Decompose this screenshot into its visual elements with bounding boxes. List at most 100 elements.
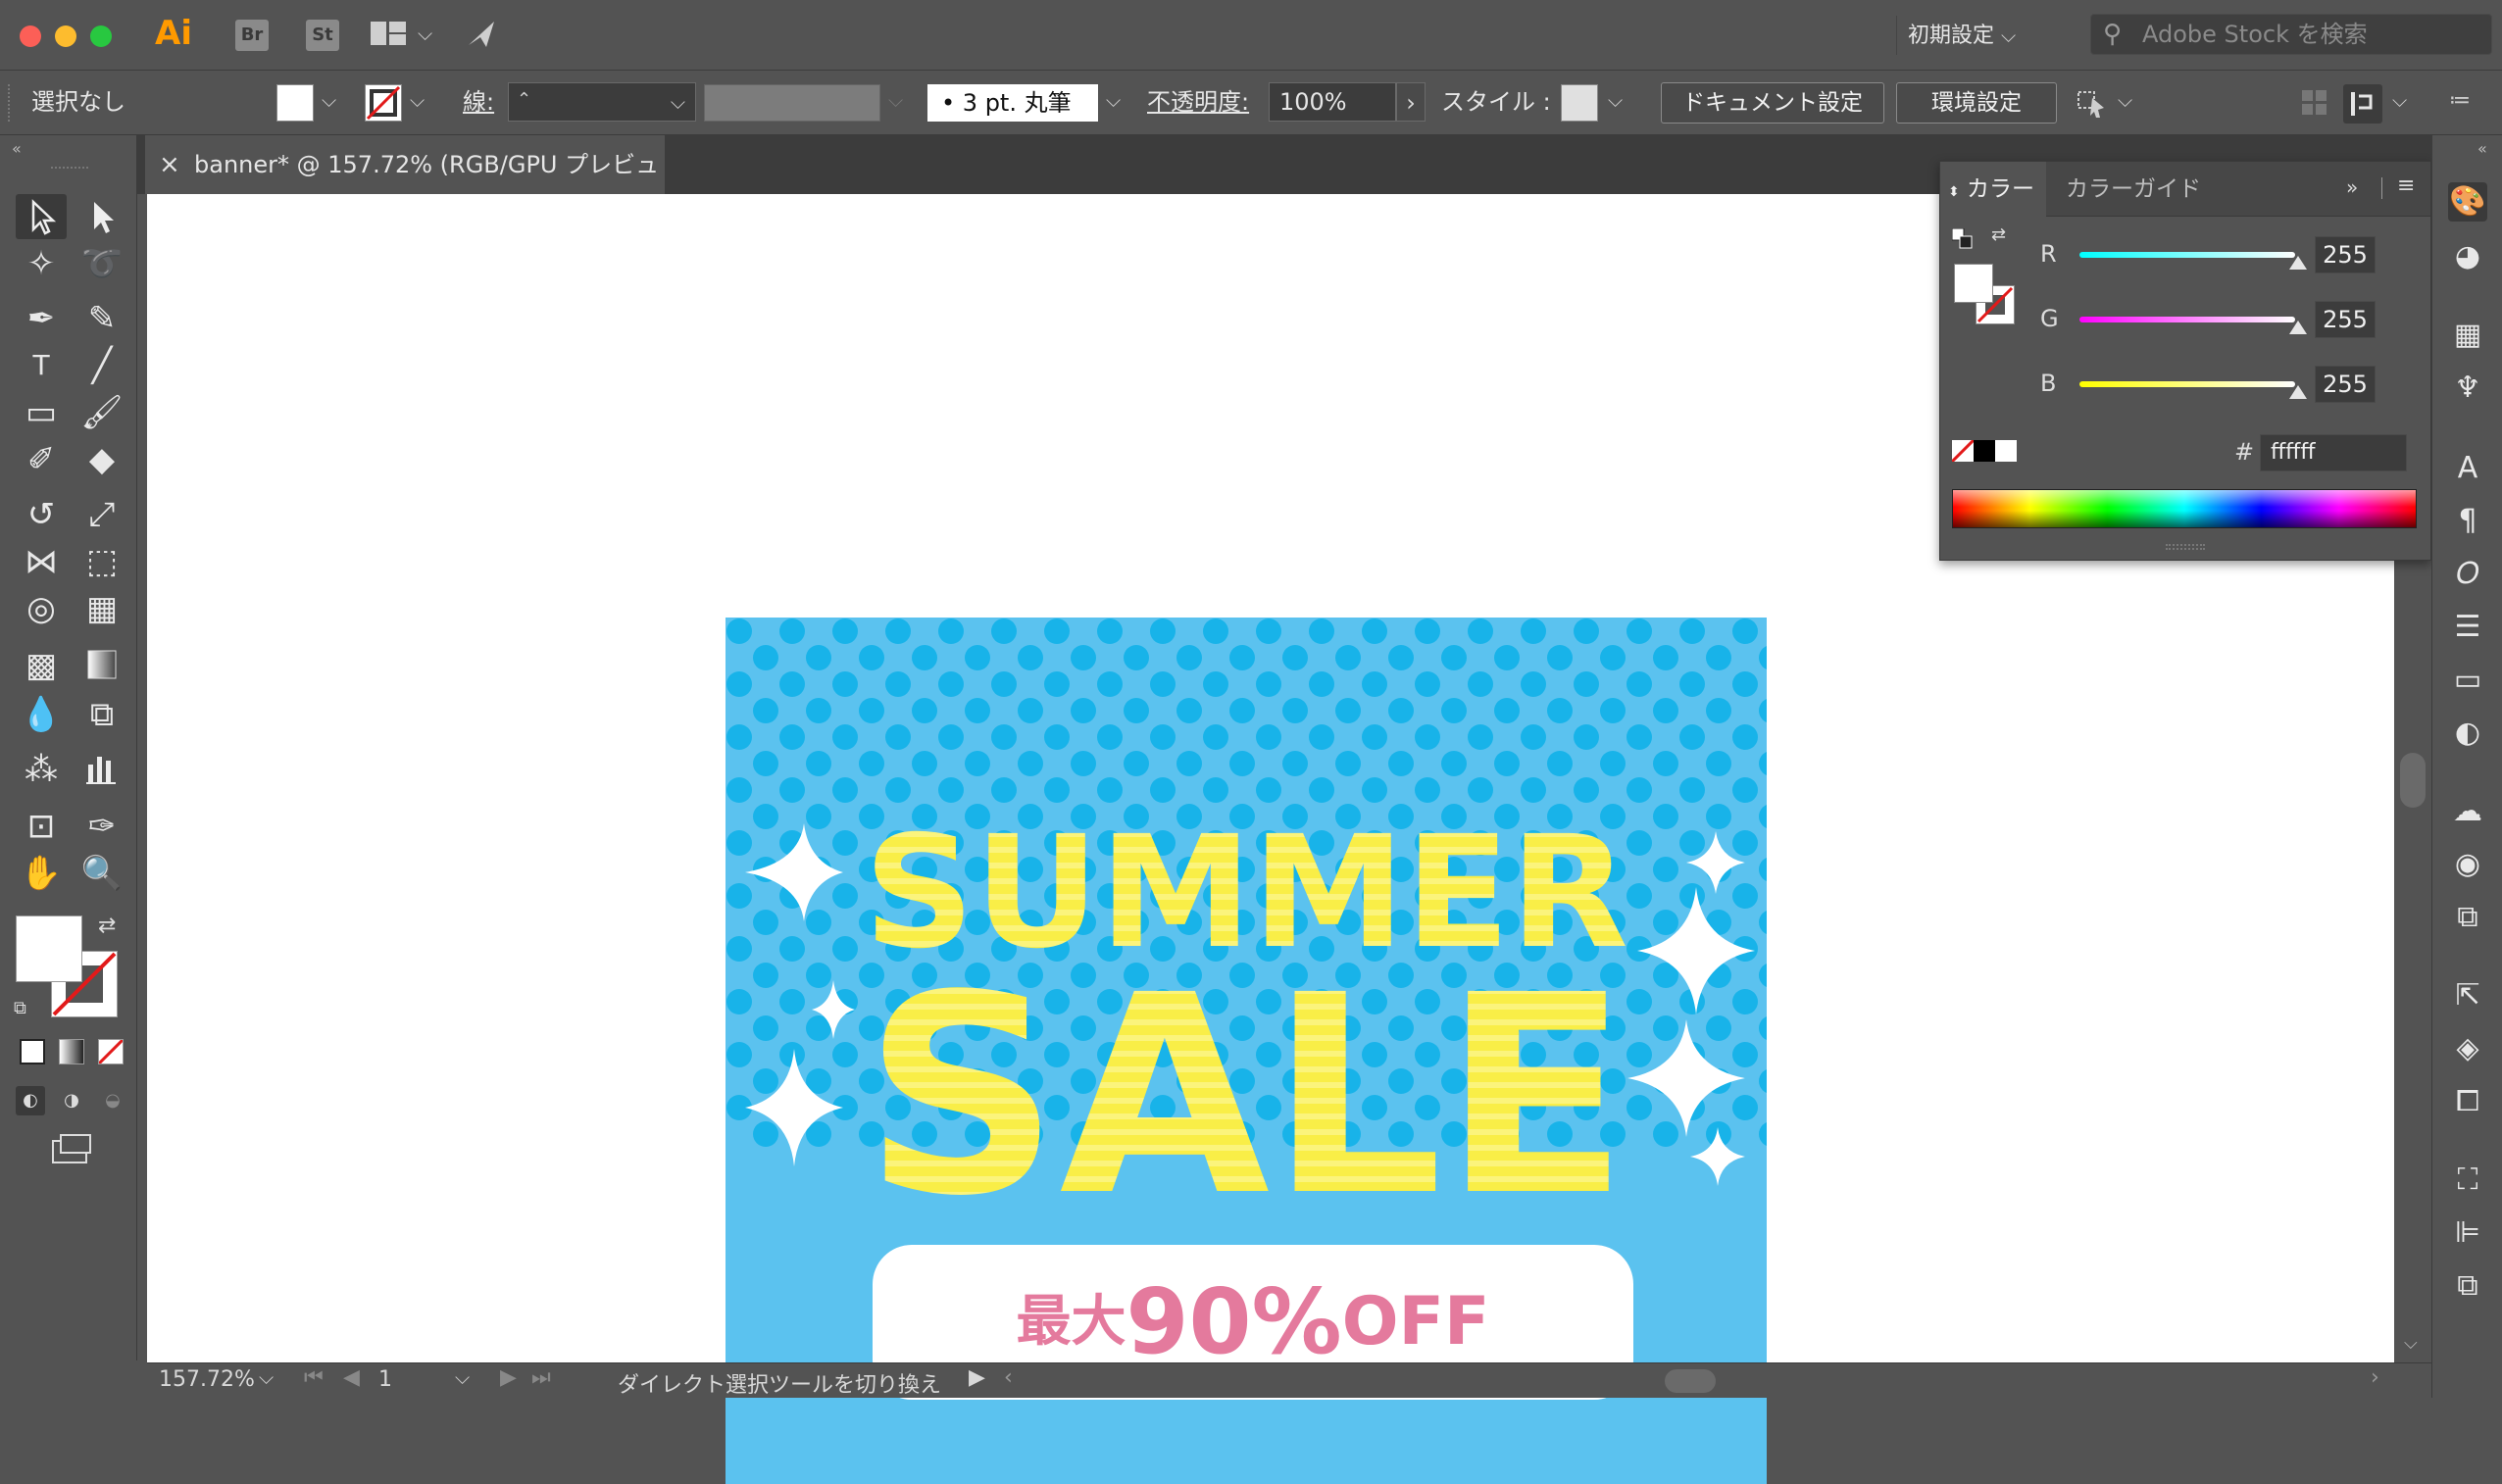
color-panel-icon[interactable]: 🎨 [2448,182,2487,222]
rotate-tool[interactable]: ↺ [16,492,67,537]
stepper-icon[interactable]: ⌃ [517,81,531,119]
arrange-documents-icon[interactable] [371,22,406,47]
none-mode-button[interactable] [97,1038,125,1065]
horizontal-scroll-thumb[interactable] [1665,1369,1716,1393]
artboard-tool[interactable]: ⊡ [16,804,67,849]
panel-options-menu-icon[interactable]: ≡ [2397,173,2415,198]
export-icon[interactable]: ⇱ [2448,976,2487,1015]
artboard-banner[interactable]: SUMMER SALE 最大90%OFF [726,618,1767,1484]
rectangle-tool[interactable]: ▭ [16,390,67,435]
preferences-button[interactable]: 環境設定 [1896,82,2057,124]
paintbrush-tool[interactable]: 🖌 [76,390,127,435]
arrange-chevron-icon[interactable]: ⌵ [418,22,432,45]
eyedropper-tool[interactable]: 💧 [16,692,67,737]
b-slider-thumb[interactable] [2289,385,2307,399]
b-slider[interactable] [2079,381,2295,387]
shape-builder-tool[interactable]: ◎ [16,586,67,631]
magic-wand-tool[interactable]: ✧ [16,241,67,286]
stock-button[interactable]: St [306,20,339,51]
opacity-label[interactable]: 不透明度: [1147,82,1249,122]
paragraph-icon[interactable]: ¶ [2448,502,2487,541]
r-slider[interactable] [2079,252,2295,258]
stroke-weight-chevron-icon[interactable]: ⌵ [671,83,685,121]
fill-chevron-icon[interactable]: ⌵ [322,88,336,112]
gradient-panel-icon[interactable]: ▭ [2448,661,2487,700]
select-similar-icon[interactable] [2075,86,2110,122]
fill-color-box[interactable] [16,915,82,982]
collapse-dock-icon[interactable]: « [2477,139,2487,158]
perspective-grid-tool[interactable]: ▦ [76,586,127,631]
document-setup-button[interactable]: ドキュメント設定 [1661,82,1884,124]
direct-selection-tool[interactable] [76,194,127,239]
artboard-chevron-icon[interactable]: ⌵ [455,1365,470,1389]
panel-expand-icon[interactable]: ⬍ [1948,184,1960,200]
style-chevron-icon[interactable]: ⌵ [1608,88,1623,112]
zoom-chevron-icon[interactable]: ⌵ [259,1365,274,1389]
symbol-sprayer-tool[interactable]: ⁂ [16,747,67,792]
hand-tool[interactable]: ✋ [16,851,67,896]
tab-color[interactable]: ⬍ カラー [1940,162,2046,217]
line-segment-tool[interactable]: ╱ [76,343,127,388]
toolbar-grip[interactable] [51,167,88,171]
draw-normal-icon[interactable]: ◐ [16,1086,45,1115]
opacity-field[interactable]: 100% [1269,82,1396,122]
brushes-icon[interactable]: ♆ [2448,369,2487,408]
appearance-icon[interactable]: ◉ [2448,845,2487,884]
stroke-swatch[interactable] [365,84,402,122]
gradient-mode-button[interactable] [59,1039,84,1064]
artboards-icon[interactable]: ⧠ [2448,1082,2487,1121]
draw-inside-icon[interactable]: ◒ [98,1086,127,1115]
character-icon[interactable]: A [2448,449,2487,488]
panel-menu-icon[interactable]: ≔ [2449,88,2478,118]
bridge-button[interactable]: Br [235,20,269,51]
g-slider-thumb[interactable] [2289,321,2307,334]
select-similar-chevron-icon[interactable]: ⌵ [2118,88,2132,112]
lasso-tool[interactable]: ➰ [76,241,127,286]
g-value-field[interactable]: 255 [2315,301,2376,338]
variable-width-profile[interactable] [704,84,880,122]
graphic-styles-icon[interactable]: ⧉ [2448,898,2487,937]
color-spectrum-bar[interactable] [1952,489,2417,528]
pathfinder-icon[interactable]: ⧉ [2448,1266,2487,1306]
close-tab-icon[interactable]: × [159,135,180,194]
zoom-tool[interactable]: 🔍 [76,851,127,896]
scroll-right-icon[interactable]: › [2371,1365,2379,1390]
next-artboard-icon[interactable]: ▶ [500,1365,517,1390]
free-transform-tool[interactable]: ⬚ [76,539,127,584]
swap-colors-mini-icon[interactable]: ⇄ [1991,224,2006,245]
draw-behind-icon[interactable]: ◑ [57,1086,86,1115]
zoom-level[interactable]: 157.72% [159,1367,255,1392]
zoom-window-button[interactable] [90,25,112,47]
brush-definition[interactable]: • 3 pt. 丸筆 [927,84,1098,122]
eraser-tool[interactable]: ◆ [76,437,127,482]
black-swatch[interactable] [1974,440,1995,462]
stroke-panel-icon[interactable]: ☰ [2448,608,2487,647]
status-arrow-icon[interactable]: ▶ [969,1365,985,1390]
transform-chevron-icon[interactable]: ⌵ [2392,88,2407,112]
collapse-panel-icon[interactable]: » [2346,175,2358,199]
b-value-field[interactable]: 255 [2315,366,2376,403]
stroke-label[interactable]: 線: [463,82,494,122]
scroll-down-icon[interactable]: ⌵ [2404,1333,2418,1354]
swatches-icon[interactable]: ▦ [2448,316,2487,355]
gradient-tool[interactable] [76,643,127,688]
artboard-number[interactable]: 1 [378,1367,392,1392]
minimize-window-button[interactable] [55,25,76,47]
g-slider[interactable] [2079,317,2295,322]
scroll-thumb[interactable] [2400,753,2426,808]
last-artboard-icon[interactable]: ⏭ [531,1365,551,1390]
none-swatch[interactable] [1950,438,1976,464]
screen-mode-icon[interactable] [49,1131,94,1166]
blend-tool[interactable]: ⧉ [76,692,127,737]
stroke-weight-field[interactable]: ⌃ ⌵ [508,82,696,122]
r-value-field[interactable]: 255 [2315,236,2376,273]
curvature-tool[interactable]: ✎ [76,296,127,341]
mesh-tool[interactable]: ▩ [16,643,67,688]
profile-chevron-icon[interactable]: ⌵ [888,88,903,112]
default-colors-mini-icon[interactable] [1951,227,1974,250]
align-grid-icon[interactable] [2300,88,2329,118]
creative-cloud-libraries-icon[interactable]: ☁ [2448,792,2487,831]
hex-value-field[interactable]: ffffff [2260,434,2407,471]
type-tool[interactable]: T [16,343,67,388]
tab-color-guide[interactable]: カラーガイド [2066,162,2201,217]
